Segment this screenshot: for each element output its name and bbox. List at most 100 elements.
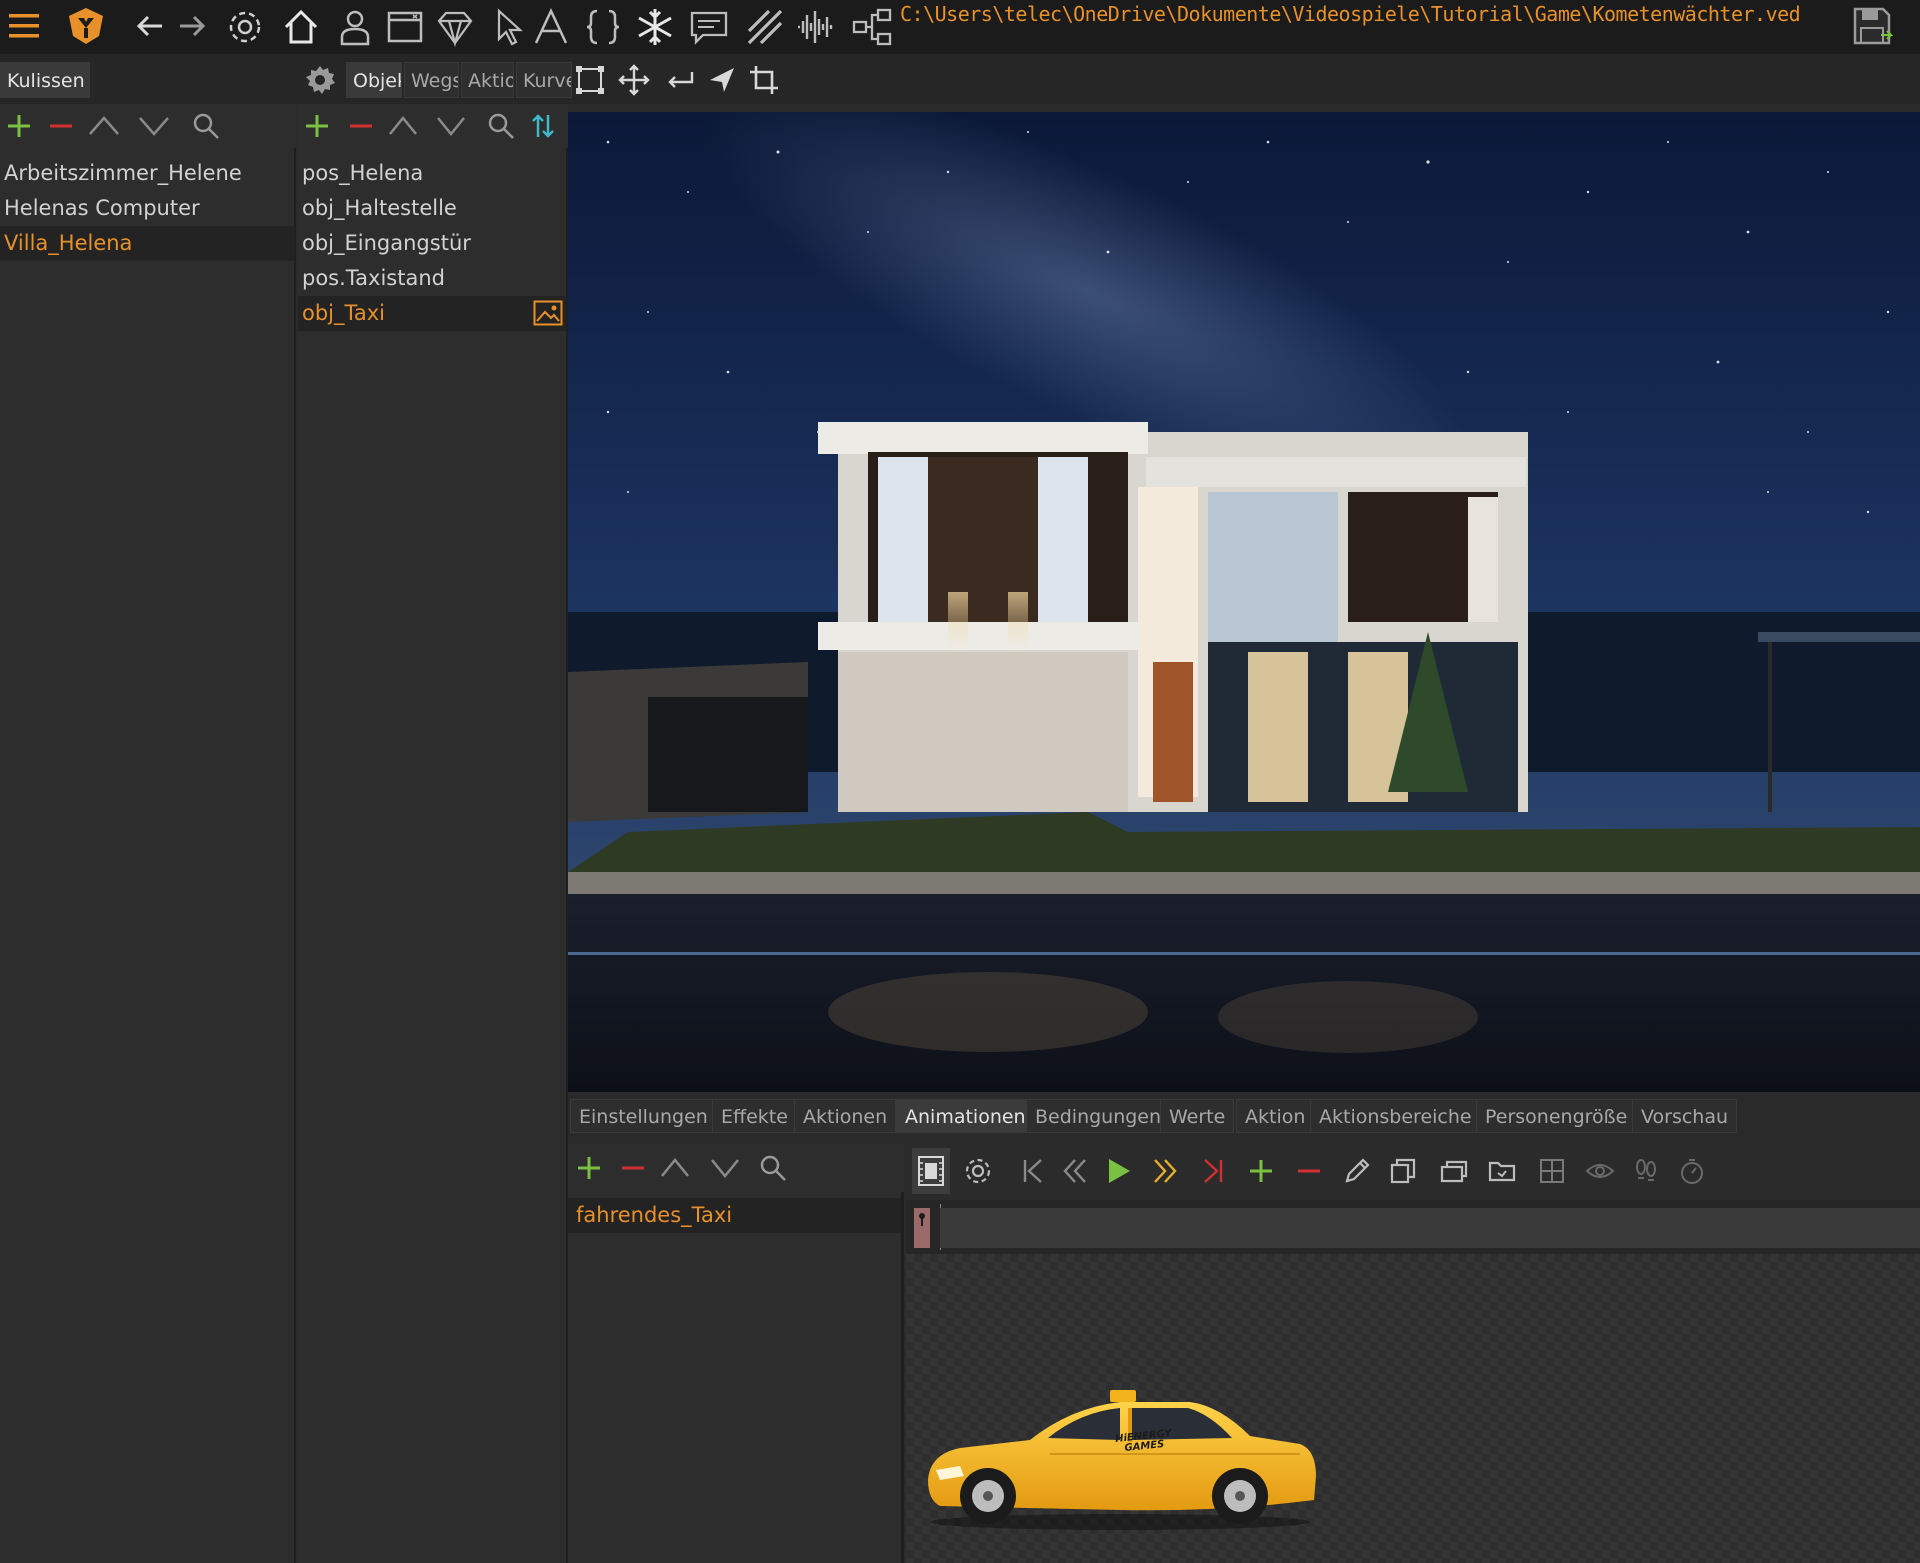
animation-toolbar [906, 1144, 1920, 1200]
image-icon[interactable] [533, 300, 563, 326]
object-item[interactable]: pos_Helena [298, 156, 566, 191]
remove-animation-icon[interactable] [616, 1150, 650, 1186]
tab-actionareas[interactable]: Aktionsbereiche [461, 62, 514, 98]
tab-person-size[interactable]: Personengröße [1476, 1099, 1637, 1133]
eye-icon[interactable] [1582, 1152, 1618, 1190]
scene-item[interactable]: Helenas Computer [0, 191, 294, 226]
move-up-icon[interactable] [86, 108, 122, 144]
crop-icon[interactable] [744, 60, 784, 100]
home-icon[interactable] [278, 4, 324, 50]
duplicate-frame-icon[interactable] [1386, 1152, 1420, 1190]
taxi-sprite-image [928, 1390, 1316, 1530]
tab-animations[interactable]: Animationen [896, 1099, 1035, 1133]
scene-item[interactable]: Arbeitszimmer_Helene [0, 156, 294, 191]
add-animation-icon[interactable] [572, 1150, 606, 1186]
scene-settings-gear-icon[interactable] [298, 60, 342, 100]
save-icon[interactable] [1848, 2, 1896, 50]
object-item[interactable]: obj_Haltestelle [298, 191, 566, 226]
diamond-icon[interactable] [432, 4, 478, 50]
scene-canvas[interactable] [568, 112, 1920, 1092]
properties-tabs: Einstellungen Effekte Aktionen Animation… [568, 1094, 1920, 1144]
logo-icon[interactable] [64, 4, 108, 48]
panel-header-row: Kulissen Objekte Wegsysteme Aktionsberei… [0, 54, 1920, 104]
search-icon[interactable] [188, 108, 224, 144]
add-scene-icon[interactable] [2, 108, 36, 144]
tab-objects[interactable]: Objekte [346, 62, 402, 98]
add-object-icon[interactable] [300, 108, 334, 144]
tab-conditions[interactable]: Bedingungen [1026, 1099, 1171, 1133]
tab-scenes[interactable]: Kulissen [0, 62, 90, 98]
open-folder-icon[interactable] [1484, 1152, 1520, 1190]
move-down-icon[interactable] [136, 108, 172, 144]
objects-list: pos_Helena obj_Haltestelle obj_Eingangst… [298, 148, 568, 1563]
grid-icon[interactable] [1534, 1152, 1570, 1190]
play-icon[interactable] [1102, 1152, 1136, 1190]
back-arrow-icon[interactable] [130, 8, 170, 44]
tab-waysystems[interactable]: Wegsysteme [404, 62, 459, 98]
edit-pencil-icon[interactable] [1340, 1152, 1374, 1190]
move-icon[interactable] [614, 60, 654, 100]
add-frame-icon[interactable] [1244, 1152, 1278, 1190]
forward-arrow-icon[interactable] [172, 8, 212, 44]
timer-icon[interactable] [1674, 1152, 1710, 1190]
search-icon[interactable] [756, 1150, 790, 1186]
remove-object-icon[interactable] [344, 108, 378, 144]
timeline-track[interactable] [940, 1208, 1920, 1248]
braces-icon[interactable] [580, 4, 626, 50]
direction-arrow-icon[interactable] [702, 60, 742, 100]
move-down-icon[interactable] [434, 108, 468, 144]
tab-settings[interactable]: Einstellungen [570, 1099, 717, 1133]
animation-settings-icon[interactable] [960, 1152, 996, 1190]
flow-diagram-icon[interactable] [850, 4, 896, 50]
next-frame-icon[interactable] [1148, 1152, 1182, 1190]
frame-timeline[interactable] [906, 1200, 1920, 1254]
object-item[interactable]: obj_Eingangstür [298, 226, 566, 261]
tab-curves[interactable]: Kurven [516, 62, 572, 98]
hatch-icon[interactable] [742, 4, 788, 50]
bounding-box-icon[interactable] [570, 60, 610, 100]
last-frame-icon[interactable] [1196, 1152, 1230, 1190]
person-icon[interactable] [332, 4, 378, 50]
menu-icon[interactable] [4, 6, 44, 46]
scene-item-selected[interactable]: Villa_Helena [0, 226, 294, 261]
animations-list: fahrendes_Taxi [568, 1192, 904, 1563]
text-icon[interactable] [528, 4, 574, 50]
move-up-icon[interactable] [386, 108, 420, 144]
remove-scene-icon[interactable] [44, 108, 78, 144]
tab-action[interactable]: Aktion [1236, 1099, 1315, 1133]
tab-preview[interactable]: Vorschau [1632, 1099, 1738, 1133]
return-arrow-icon[interactable] [660, 60, 700, 100]
object-item-label: obj_Taxi [302, 301, 385, 325]
object-item[interactable]: pos.Taxistand [298, 261, 566, 296]
animations-list-toolbar [568, 1144, 904, 1192]
villa-night-scene-image [568, 112, 1920, 1092]
footsteps-icon[interactable] [1628, 1152, 1664, 1190]
sort-icon[interactable] [526, 108, 560, 144]
tab-values[interactable]: Werte [1160, 1099, 1235, 1133]
frame-thumbnail[interactable] [914, 1208, 930, 1248]
tab-action-areas[interactable]: Aktionsbereiche [1310, 1099, 1481, 1133]
main-toolbar: C:\Users\telec\OneDrive\Dokumente\Videos… [0, 0, 1920, 54]
filmstrip-icon[interactable] [912, 1148, 950, 1194]
search-icon[interactable] [484, 108, 518, 144]
objects-list-toolbar [298, 104, 568, 148]
frame-preview[interactable]: HiENERGY GAMES [906, 1254, 1920, 1563]
snowflake-icon[interactable] [632, 4, 678, 50]
speech-bubble-icon[interactable] [686, 4, 732, 50]
audio-wave-icon[interactable] [792, 4, 838, 50]
layers-icon[interactable] [1436, 1152, 1472, 1190]
remove-frame-icon[interactable] [1292, 1152, 1326, 1190]
window-icon[interactable] [382, 4, 428, 50]
tab-actions[interactable]: Aktionen [794, 1099, 897, 1133]
file-path: C:\Users\telec\OneDrive\Dokumente\Videos… [900, 2, 1801, 26]
cursor-icon[interactable] [486, 4, 532, 50]
first-frame-icon[interactable] [1016, 1152, 1050, 1190]
scenes-list: Arbeitszimmer_Helene Helenas Computer Vi… [0, 148, 296, 1563]
move-down-icon[interactable] [708, 1150, 742, 1186]
animation-item-selected[interactable]: fahrendes_Taxi [568, 1198, 901, 1233]
settings-gear-icon[interactable] [222, 4, 268, 50]
tab-effects[interactable]: Effekte [712, 1099, 797, 1133]
previous-frame-icon[interactable] [1058, 1152, 1092, 1190]
object-item-selected[interactable]: obj_Taxi [298, 296, 566, 331]
move-up-icon[interactable] [658, 1150, 692, 1186]
